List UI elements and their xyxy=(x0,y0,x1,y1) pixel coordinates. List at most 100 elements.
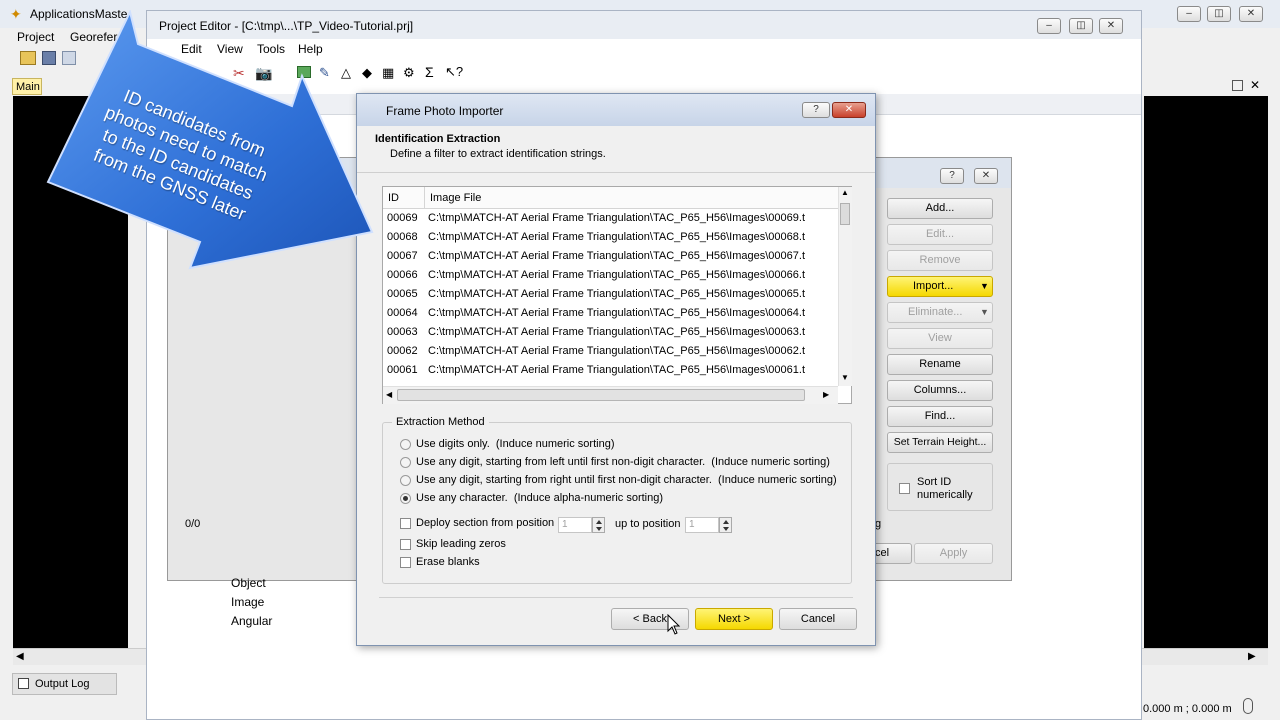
row-id: 00064 xyxy=(387,307,418,319)
image-panel-close-button[interactable]: ✕ xyxy=(974,168,998,184)
radio-digits-only[interactable] xyxy=(400,439,411,450)
import-dropdown-icon: ▼ xyxy=(980,281,989,291)
dialog-close-button[interactable]: ✕ xyxy=(832,102,866,118)
apply-button[interactable]: Apply xyxy=(914,543,993,564)
row-id: 00068 xyxy=(387,231,418,243)
table-row[interactable]: 00065 C:\tmp\MATCH-AT Aerial Frame Triang… xyxy=(383,285,838,304)
sort-id-checkbox[interactable] xyxy=(899,483,910,494)
row-id: 00061 xyxy=(387,364,418,376)
cancel-button[interactable]: Cancel xyxy=(779,608,857,630)
erase-blanks-checkbox[interactable] xyxy=(400,557,411,568)
row-file: C:\tmp\MATCH-AT Aerial Frame Triangulati… xyxy=(428,307,806,319)
editor-restore-button[interactable]: ◫ xyxy=(1069,18,1093,34)
skip-zeros-label: Skip leading zeros xyxy=(416,538,506,550)
image-panel-help-button[interactable]: ? xyxy=(940,168,964,184)
eliminate-button[interactable]: Eliminate... ▼ xyxy=(887,302,993,323)
skip-zeros-checkbox[interactable] xyxy=(400,539,411,550)
editor-minimize-button[interactable]: – xyxy=(1037,18,1061,34)
scroll-left-icon[interactable]: ◀ xyxy=(16,651,24,662)
scroll-right-icon[interactable]: ▶ xyxy=(1248,651,1256,662)
app-minimize-button[interactable]: – xyxy=(1177,6,1201,22)
row-id: 00062 xyxy=(387,345,418,357)
deploy-section-checkbox[interactable] xyxy=(400,518,411,529)
erase-blanks-label: Erase blanks xyxy=(416,556,480,568)
add-button[interactable]: Add... xyxy=(887,198,993,219)
row-id: 00069 xyxy=(387,212,418,224)
app-logo-icon: ✦ xyxy=(10,6,22,22)
image-counter: 0/0 xyxy=(185,518,201,530)
edit-button[interactable]: Edit... xyxy=(887,224,993,245)
table-row[interactable]: 00067 C:\tmp\MATCH-AT Aerial Frame Triang… xyxy=(383,247,838,266)
dialog-help-button[interactable]: ? xyxy=(802,102,830,118)
table-row[interactable]: 00068 C:\tmp\MATCH-AT Aerial Frame Triang… xyxy=(383,228,838,247)
radio-digits-right[interactable] xyxy=(400,475,411,486)
tree-item-object[interactable]: Object xyxy=(231,576,266,590)
tree-item-image[interactable]: Image xyxy=(231,595,264,609)
row-file: C:\tmp\MATCH-AT Aerial Frame Triangulati… xyxy=(428,231,806,243)
remove-button[interactable]: Remove xyxy=(887,250,993,271)
right-panel-close-icon[interactable]: ✕ xyxy=(1250,78,1260,92)
table-row[interactable]: 00062 C:\tmp\MATCH-AT Aerial Frame Triang… xyxy=(383,342,838,361)
vscroll-thumb[interactable] xyxy=(840,203,850,225)
table-row[interactable]: 00063 C:\tmp\MATCH-AT Aerial Frame Triang… xyxy=(383,323,838,342)
editor-close-button[interactable]: ✕ xyxy=(1099,18,1123,34)
next-button[interactable]: Next > xyxy=(695,608,773,630)
find-button[interactable]: Find... xyxy=(887,406,993,427)
table-row[interactable]: 00069 C:\tmp\MATCH-AT Aerial Frame Triang… xyxy=(383,209,838,228)
deploy-to-input[interactable]: 1 xyxy=(685,517,719,533)
set-terrain-height-button[interactable]: Set Terrain Height... xyxy=(887,432,993,453)
table-row[interactable]: 00061 C:\tmp\MATCH-AT Aerial Frame Triang… xyxy=(383,361,838,380)
sigma-icon[interactable]: Σ xyxy=(425,64,441,80)
app-restore-button[interactable]: ◫ xyxy=(1207,6,1231,22)
extraction-method-group: Extraction Method Use digits only. (Indu… xyxy=(382,416,852,584)
deploy-from-stepper[interactable] xyxy=(592,517,605,533)
radio-digits-only-label: Use digits only. (Induce numeric sorting… xyxy=(416,438,615,450)
image-list[interactable]: ID Image File 00069 C:\tmp\MATCH-AT Aeria… xyxy=(382,186,852,404)
hscroll-thumb[interactable] xyxy=(397,389,805,401)
radio-any-character[interactable] xyxy=(400,493,411,504)
view-button[interactable]: View xyxy=(887,328,993,349)
tree-item-angular[interactable]: Angular xyxy=(231,614,272,628)
rename-button[interactable]: Rename xyxy=(887,354,993,375)
output-log-label: Output Log xyxy=(35,678,90,690)
up-to-position-label: up to position xyxy=(615,518,681,530)
panel-cancel-label: cel xyxy=(875,547,890,559)
deploy-from-input[interactable]: 1 xyxy=(558,517,592,533)
import-button[interactable]: Import... ▼ xyxy=(887,276,993,297)
app-close-button[interactable]: ✕ xyxy=(1239,6,1263,22)
dialog-heading: Identification Extraction xyxy=(375,133,501,145)
open-folder-icon[interactable] xyxy=(20,51,36,65)
import-button-label: Import... xyxy=(913,280,954,292)
dialog-title: Frame Photo Importer xyxy=(386,104,504,118)
list-vertical-scrollbar[interactable]: ▲ ▼ xyxy=(838,187,852,386)
row-file: C:\tmp\MATCH-AT Aerial Frame Triangulati… xyxy=(428,269,806,281)
output-log-tab[interactable]: Output Log xyxy=(12,673,117,695)
list-rows: 00069 C:\tmp\MATCH-AT Aerial Frame Triang… xyxy=(383,209,838,387)
gear-icon[interactable]: ⚙ xyxy=(403,65,419,81)
mouse-cursor-icon xyxy=(667,614,681,635)
column-id[interactable]: ID xyxy=(388,192,399,204)
row-id: 00067 xyxy=(387,250,418,262)
table-row[interactable]: 00064 C:\tmp\MATCH-AT Aerial Frame Triang… xyxy=(383,304,838,323)
hscroll-left-icon[interactable]: ◀ xyxy=(386,390,392,399)
mouse-icon xyxy=(1243,698,1253,714)
scroll-down-icon[interactable]: ▼ xyxy=(841,373,849,382)
help-pointer-icon[interactable]: ↖? xyxy=(445,64,463,80)
table-row[interactable]: 00066 C:\tmp\MATCH-AT Aerial Frame Triang… xyxy=(383,266,838,285)
columns-button[interactable]: Columns... xyxy=(887,380,993,401)
row-id: 00063 xyxy=(387,326,418,338)
right-panel-restore-icon[interactable] xyxy=(1232,80,1243,91)
main-tab[interactable]: Main xyxy=(12,78,42,95)
row-file: C:\tmp\MATCH-AT Aerial Frame Triangulati… xyxy=(428,250,806,262)
column-image-file[interactable]: Image File xyxy=(430,192,481,204)
dialog-titlebar: Frame Photo Importer ? ✕ xyxy=(357,94,875,126)
list-horizontal-scrollbar[interactable]: ◀ ▶ xyxy=(383,386,838,404)
scroll-up-icon[interactable]: ▲ xyxy=(841,188,849,197)
output-log-icon xyxy=(18,678,29,689)
extraction-method-label: Extraction Method xyxy=(392,416,489,428)
radio-digits-left[interactable] xyxy=(400,457,411,468)
hscroll-right-icon[interactable]: ▶ xyxy=(823,390,829,399)
main-tab-label: Main xyxy=(16,81,40,93)
deploy-to-stepper[interactable] xyxy=(719,517,732,533)
dialog-footer-separator xyxy=(379,597,853,598)
